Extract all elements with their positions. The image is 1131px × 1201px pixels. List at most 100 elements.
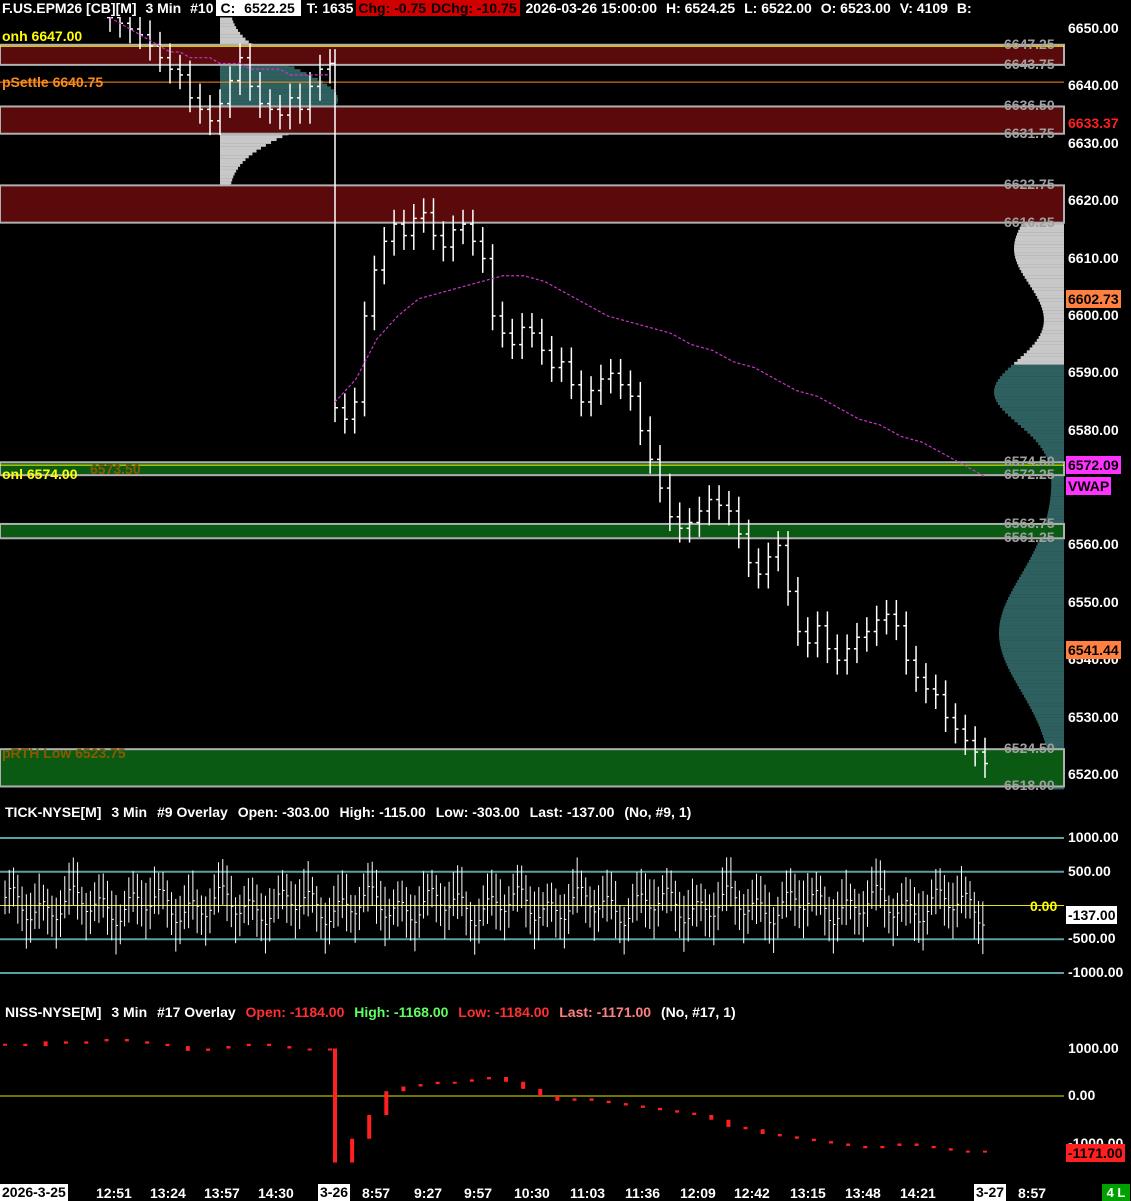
profile-left-bar [220, 74, 313, 78]
time-label: 11:03 [570, 1185, 606, 1201]
niss-bar [384, 1091, 389, 1115]
profile-left-bar [220, 160, 243, 164]
niss-bar [3, 1043, 7, 1046]
profile-right-bar [1049, 502, 1064, 506]
niss-extra: (No, #17, 1) [660, 1004, 736, 1020]
niss-chart-num: #17 Overlay [157, 1004, 236, 1020]
profile-right-bar [1008, 413, 1064, 417]
profile-right-bar [1028, 281, 1064, 285]
tick-axis-label: -500.00 [1068, 930, 1116, 947]
niss-bar [538, 1088, 543, 1096]
profile-right-bar [1040, 445, 1064, 449]
profile-right-bar [1007, 367, 1064, 371]
profile-right-bar [1018, 264, 1064, 268]
profile-right-bar [1050, 493, 1064, 497]
price-axis-label: 6610.00 [1068, 249, 1119, 266]
niss-bar [367, 1115, 372, 1139]
profile-right-bar [1022, 691, 1064, 695]
profile-right-bar [994, 387, 1064, 391]
price-axis-label: 6530.00 [1068, 708, 1119, 725]
profile-left-bar [220, 17, 233, 21]
low: L: 6522.00 [744, 0, 812, 16]
profile-right-bar [997, 402, 1064, 405]
close-label: C: 6522.25 [216, 0, 301, 16]
niss-bar [43, 1041, 48, 1047]
niss-bar [983, 1150, 987, 1153]
profile-right-bar [999, 634, 1064, 638]
status-badge[interactable]: 4 L [1102, 1184, 1130, 1201]
price-axis-label: 6590.00 [1068, 364, 1119, 381]
niss-axis-label: 1000.00 [1068, 1039, 1119, 1056]
profile-right-bar [1023, 694, 1064, 698]
profile-left-bar [220, 72, 307, 76]
profile-left-bar [220, 158, 246, 162]
profile-right-bar [1029, 347, 1064, 351]
tick-name[interactable]: TICK-NYSE[M] [5, 804, 101, 820]
profile-right-bar [1024, 275, 1064, 279]
profile-right-bar [1030, 284, 1064, 288]
profile-right-bar [1050, 496, 1064, 500]
profile-right-bar [1032, 344, 1064, 348]
profile-right-bar [993, 390, 1064, 394]
niss-open: Open: -1184.00 [245, 1004, 345, 1020]
niss-bar [623, 1103, 628, 1106]
profile-right-bar [1017, 422, 1064, 426]
niss-bar [709, 1115, 714, 1120]
profile-right-bar [1041, 330, 1064, 334]
profile-left-bar [220, 26, 237, 30]
zone-support-5 [0, 748, 1065, 788]
time-label: 14:30 [258, 1185, 294, 1201]
chg-badge: Chg: -0.75 [356, 0, 430, 16]
tick-high: High: -115.00 [339, 804, 426, 820]
level-value-label: 6622.75 [1004, 176, 1055, 193]
profile-right-bar [1033, 290, 1064, 294]
symbol[interactable]: F.US.EPM26 [CB][M] [0, 0, 140, 16]
profile-left-bar [220, 92, 337, 96]
profile-right-bar [1000, 620, 1064, 624]
profile-right-bar [1014, 252, 1064, 256]
profile-right-bar [1000, 617, 1064, 621]
niss-bar [948, 1148, 953, 1151]
time-label: 13:57 [204, 1185, 240, 1201]
price-axis-label: 6650.00 [1068, 20, 1119, 36]
profile-right-bar [1036, 717, 1064, 721]
profile-right-bar [1024, 427, 1064, 431]
profile-right-bar [1023, 353, 1064, 357]
profile-right-bar [1042, 307, 1064, 311]
niss-bar [486, 1077, 491, 1080]
profile-right-bar [1039, 301, 1064, 305]
profile-right-bar [1032, 287, 1064, 291]
profile-right-bar [999, 637, 1064, 641]
profile-right-bar [1042, 327, 1064, 331]
niss-bar [555, 1096, 560, 1101]
dchg-badge: DChg: -10.75 [429, 0, 520, 16]
price-tag-red: 6633.37 [1066, 114, 1121, 132]
niss-bar [418, 1084, 423, 1087]
profile-right-bar [994, 396, 1064, 400]
niss-bar [880, 1145, 885, 1149]
high: H: 6524.25 [665, 0, 736, 16]
profile-right-bar [1028, 703, 1064, 707]
profile-left-bar [220, 29, 238, 32]
level-value-label: 6572.25 [1004, 466, 1055, 483]
profile-right-bar [1031, 554, 1064, 558]
price-axis-label: 6580.00 [1068, 421, 1119, 438]
niss-name[interactable]: NISS-NYSE[M] [5, 1004, 101, 1020]
profile-right-bar [1043, 321, 1064, 325]
time-label: 9:27 [414, 1185, 443, 1201]
profile-right-bar [1002, 373, 1064, 377]
profile-right-bar [1040, 333, 1064, 337]
profile-left-bar [220, 40, 249, 44]
chart-header: F.US.EPM26 [CB][M] 3 Min #10 C: 6522.25 T… [0, 0, 1064, 17]
profile-left-bar [220, 20, 234, 24]
time-label: 10:30 [514, 1185, 550, 1201]
profile-right-bar [999, 628, 1064, 632]
profile-left-bar [220, 135, 283, 139]
profile-left-bar [220, 69, 301, 73]
profile-right-bar [1014, 249, 1064, 253]
profile-right-bar [1027, 562, 1064, 566]
profile-right-bar [1035, 292, 1064, 296]
profile-right-bar [1037, 295, 1064, 299]
tick-interval: 3 Min [111, 804, 148, 820]
profile-right-bar [1036, 545, 1064, 549]
